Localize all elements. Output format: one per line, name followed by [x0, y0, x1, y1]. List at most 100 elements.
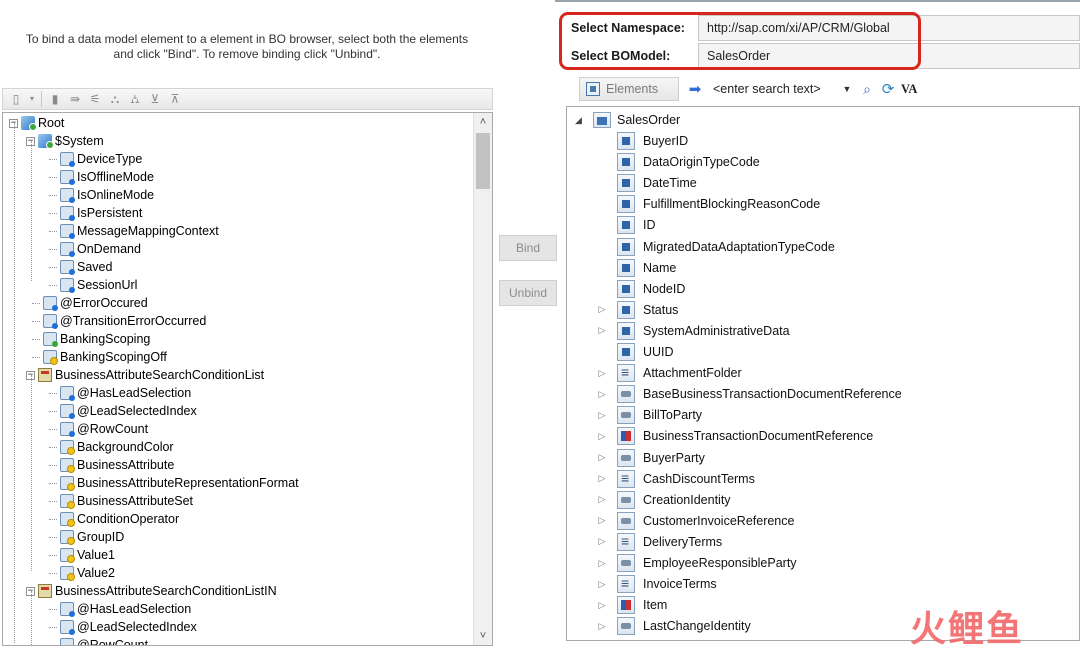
- tree-item[interactable]: @RowCount: [49, 636, 148, 645]
- tree-item[interactable]: MessageMappingContext: [49, 222, 219, 240]
- expand-triangle-icon[interactable]: ▷: [597, 389, 607, 400]
- bo-tree-item[interactable]: ▷ CustomerInvoiceReference: [597, 511, 794, 531]
- tree-item[interactable]: Value1: [49, 546, 115, 564]
- bo-tree-item[interactable]: ▷ EmployeeResponsibleParty: [597, 553, 797, 573]
- bo-browser-tree[interactable]: ◢ SalesOrder BuyerID DataOriginTypeCode Da…: [566, 106, 1080, 641]
- tree-item[interactable]: BackgroundColor: [49, 438, 174, 456]
- tree-item[interactable]: IsOnlineMode: [49, 186, 154, 204]
- tree-item[interactable]: BusinessAttributeRepresentationFormat: [49, 474, 299, 492]
- bo-tree-item[interactable]: ▷ CreationIdentity: [597, 490, 731, 510]
- dropdown-arrow-icon[interactable]: ▾: [29, 92, 35, 106]
- bo-tree-item[interactable]: ▷ BillToParty: [597, 405, 702, 425]
- bo-tree-item[interactable]: MigratedDataAdaptationTypeCode: [597, 237, 835, 257]
- move-icon[interactable]: ⇛: [68, 92, 82, 106]
- expand-triangle-icon[interactable]: ▷: [597, 494, 607, 505]
- bo-tree-item[interactable]: ▷ Item: [597, 595, 667, 615]
- search-input[interactable]: [709, 78, 841, 100]
- scroll-down-arrow[interactable]: ˅: [474, 627, 492, 645]
- collapse-all-icon[interactable]: ⊼: [168, 92, 182, 106]
- bo-tree-item[interactable]: NodeID: [597, 279, 685, 299]
- bo-tree-item-label: CashDiscountTerms: [643, 471, 755, 486]
- bo-tree-item[interactable]: DataOriginTypeCode: [597, 152, 760, 172]
- expand-triangle-icon[interactable]: ▷: [597, 452, 607, 463]
- bo-tree-item[interactable]: UUID: [597, 342, 674, 362]
- bo-tree-item[interactable]: ▷ BuyerParty: [597, 448, 705, 468]
- tree-item[interactable]: DeviceType: [49, 150, 142, 168]
- delete-icon[interactable]: ▮: [48, 92, 62, 106]
- bo-tree-item[interactable]: ▷ LastChangeIdentity: [597, 616, 751, 636]
- bo-tree-item[interactable]: FulfillmentBlockingReasonCode: [597, 194, 820, 214]
- expand-triangle-icon[interactable]: ▷: [597, 431, 607, 442]
- bo-tree-item[interactable]: ID: [597, 215, 656, 235]
- arrow-right-icon[interactable]: ➡: [687, 80, 703, 98]
- bomodel-select[interactable]: SalesOrder: [698, 43, 1080, 69]
- refresh-icon[interactable]: ⟳: [879, 80, 897, 98]
- tree-item[interactable]: @TransitionErrorOccurred: [32, 312, 206, 330]
- chevron-down-icon[interactable]: ▼: [841, 84, 853, 94]
- expand-triangle-icon[interactable]: ▷: [597, 473, 607, 484]
- tree-item[interactable]: @HasLeadSelection: [49, 600, 191, 618]
- va-icon[interactable]: VA: [901, 82, 917, 97]
- expand-triangle-icon[interactable]: ▷: [597, 325, 607, 336]
- bo-tree-item[interactable]: ▷ SystemAdministrativeData: [597, 321, 790, 341]
- hierarchy-icon[interactable]: ⛼: [128, 92, 142, 106]
- tree-item[interactable]: ConditionOperator: [49, 510, 179, 528]
- tree-item[interactable]: SessionUrl: [49, 276, 137, 294]
- data-model-tree[interactable]: − Root − $System DeviceType IsOfflineMode IsOn…: [2, 112, 493, 646]
- expand-node-icon[interactable]: ⛬: [108, 92, 122, 106]
- tree-item[interactable]: BankingScoping: [32, 330, 150, 348]
- expand-triangle-icon[interactable]: ▷: [597, 536, 607, 547]
- collapse-triangle-icon[interactable]: ◢: [575, 115, 587, 126]
- expand-triangle-icon[interactable]: ▷: [597, 600, 607, 611]
- expand-triangle-icon[interactable]: ▷: [597, 368, 607, 379]
- tree-item[interactable]: @RowCount: [49, 420, 148, 438]
- scroll-up-arrow[interactable]: ˄: [474, 113, 492, 131]
- bo-tree-item[interactable]: BuyerID: [597, 131, 688, 151]
- tree-item[interactable]: IsPersistent: [49, 204, 142, 222]
- bind-button[interactable]: Bind: [499, 235, 557, 261]
- expand-triangle-icon[interactable]: ▷: [597, 410, 607, 421]
- namespace-select[interactable]: http://sap.com/xi/AP/CRM/Global: [698, 15, 1080, 41]
- data-model-scrollbar[interactable]: ˄ ˅: [473, 113, 492, 645]
- tab-elements[interactable]: Elements: [579, 77, 679, 101]
- bo-tree-item[interactable]: ▷ CashDiscountTerms: [597, 469, 755, 489]
- tree-item[interactable]: − BusinessAttributeSearchConditionListIN: [26, 582, 277, 600]
- bo-tree-item[interactable]: ▷ InvoiceTerms: [597, 574, 717, 594]
- tree-item[interactable]: BankingScopingOff: [32, 348, 167, 366]
- filter-icon[interactable]: ⚟: [88, 92, 102, 106]
- tree-item[interactable]: − BusinessAttributeSearchConditionList: [26, 366, 264, 384]
- tree-item[interactable]: OnDemand: [49, 240, 141, 258]
- search-icon[interactable]: ⌕: [859, 81, 875, 98]
- tree-item[interactable]: − $System: [26, 132, 104, 150]
- tree-item[interactable]: @ErrorOccured: [32, 294, 148, 312]
- tree-root-salesorder[interactable]: ◢ SalesOrder: [575, 110, 680, 130]
- list-element-icon: [617, 469, 635, 488]
- tree-item[interactable]: @LeadSelectedIndex: [49, 618, 197, 636]
- expand-triangle-icon[interactable]: ▷: [597, 579, 607, 590]
- bo-tree-item[interactable]: ▷ DeliveryTerms: [597, 532, 722, 552]
- new-document-icon[interactable]: ▯: [9, 92, 23, 106]
- expand-triangle-icon[interactable]: ▷: [597, 621, 607, 632]
- expand-all-icon[interactable]: ⊻: [148, 92, 162, 106]
- expand-triangle-icon[interactable]: ▷: [597, 558, 607, 569]
- bo-tree-item[interactable]: ▷ BaseBusinessTransactionDocumentReferenc…: [597, 384, 902, 404]
- bo-tree-item[interactable]: ▷ BusinessTransactionDocumentReference: [597, 426, 873, 446]
- expand-triangle-icon[interactable]: ▷: [597, 304, 607, 315]
- tree-item[interactable]: GroupID: [49, 528, 124, 546]
- expand-triangle-icon[interactable]: ▷: [597, 515, 607, 526]
- tree-item[interactable]: @LeadSelectedIndex: [49, 402, 197, 420]
- tree-item[interactable]: IsOfflineMode: [49, 168, 154, 186]
- bo-tree-item[interactable]: ▷ AttachmentFolder: [597, 363, 742, 383]
- scroll-thumb[interactable]: [476, 133, 490, 189]
- bo-tree-item[interactable]: ▷ Status: [597, 300, 678, 320]
- bo-tree-item[interactable]: Name: [597, 258, 676, 278]
- tree-item[interactable]: BusinessAttributeSet: [49, 492, 193, 510]
- tree-item[interactable]: Value2: [49, 564, 115, 582]
- unbind-button[interactable]: Unbind: [499, 280, 557, 306]
- tree-item[interactable]: − Root: [9, 114, 64, 132]
- bo-tree-item[interactable]: DateTime: [597, 173, 697, 193]
- tree-item[interactable]: Saved: [49, 258, 112, 276]
- tree-connector: [49, 194, 57, 196]
- tree-item[interactable]: @HasLeadSelection: [49, 384, 191, 402]
- tree-item[interactable]: BusinessAttribute: [49, 456, 174, 474]
